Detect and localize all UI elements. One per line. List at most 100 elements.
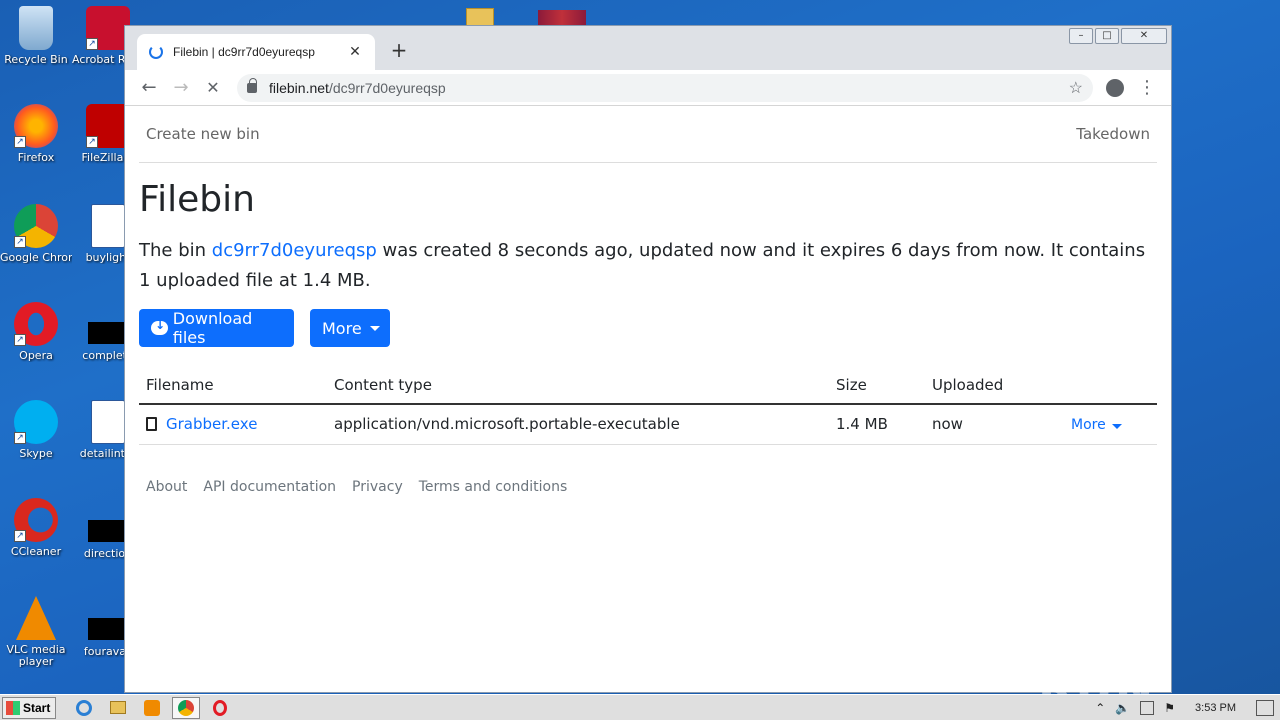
- word-doc-icon: [91, 204, 125, 248]
- footer-link-about[interactable]: About: [146, 479, 187, 495]
- row-action-cell: More: [1064, 404, 1157, 445]
- desktop-icon-label: Recycle Bin: [4, 54, 68, 66]
- caret-down-icon: [369, 325, 380, 331]
- menu-kebab-icon[interactable]: ⋮: [1133, 74, 1161, 102]
- row-more-label: More: [1071, 417, 1106, 434]
- stop-button[interactable]: ✕: [199, 74, 227, 102]
- vlc-icon: [16, 596, 56, 640]
- ie-taskbar-icon[interactable]: [70, 697, 98, 719]
- browser-toolbar: ← → ✕ filebin.net/dc9rr7d0eyureqsp ☆ ⋮: [125, 70, 1171, 106]
- desktop-icon-label: Opera: [19, 350, 53, 362]
- tab-title: Filebin | dc9rr7d0eyureqsp: [173, 45, 315, 59]
- footer-links: About API documentation Privacy Terms an…: [146, 479, 567, 495]
- close-window-button[interactable]: ✕: [1121, 28, 1167, 44]
- minimize-button[interactable]: –: [1069, 28, 1093, 44]
- filename-cell: Grabber.exe: [139, 404, 327, 445]
- bookmark-star-icon[interactable]: ☆: [1069, 78, 1083, 98]
- tray-expand-icon[interactable]: ⌃: [1095, 701, 1105, 715]
- winrar-icon[interactable]: [538, 10, 586, 25]
- chrome-taskbar-icon[interactable]: [172, 696, 200, 719]
- desktop-icon-skype[interactable]: ↗ Skype: [0, 400, 72, 460]
- volume-icon[interactable]: 🔈: [1115, 701, 1130, 715]
- file-icon: [146, 417, 157, 432]
- table-row: Grabber.exe application/vnd.microsoft.po…: [139, 404, 1157, 445]
- column-header-action: [1064, 366, 1157, 405]
- uploaded-cell: now: [925, 404, 1064, 445]
- desktop-icon-label: Google Chrome: [0, 252, 72, 264]
- action-center-flag-icon[interactable]: ⚑: [1164, 701, 1175, 715]
- column-header: Filename: [139, 366, 327, 405]
- download-files-label: Download files: [172, 309, 253, 347]
- bin-description: The bin dc9rr7d0eyureqsp was created 8 s…: [139, 236, 1159, 296]
- files-table: Filename Content type Size Uploaded Grab…: [139, 366, 1157, 445]
- system-tray: ⌃ 🔈 ⚑ 3:53 PM: [1095, 699, 1280, 716]
- download-files-button[interactable]: Download files: [139, 309, 294, 347]
- desktop-icon-vlc[interactable]: VLC media player: [0, 596, 72, 668]
- desktop-icon-label: VLC media player: [6, 644, 66, 668]
- explorer-taskbar-icon[interactable]: [104, 697, 132, 719]
- maximize-button[interactable]: □: [1095, 28, 1119, 44]
- taskbar: Start ⌃ 🔈 ⚑ 3:53 PM: [0, 694, 1280, 720]
- desktop-icon-ccleaner[interactable]: ↗ CCleaner: [0, 498, 72, 558]
- network-icon[interactable]: [1140, 700, 1155, 715]
- top-nav: Create new bin Takedown: [139, 106, 1157, 163]
- browser-tab[interactable]: Filebin | dc9rr7d0eyureqsp ✕: [137, 34, 375, 70]
- takedown-link[interactable]: Takedown: [1076, 125, 1150, 143]
- clock[interactable]: 3:53 PM: [1195, 702, 1236, 714]
- column-header: Uploaded: [925, 366, 1064, 405]
- create-new-bin-link[interactable]: Create new bin: [146, 125, 260, 143]
- desktop-icon-chrome[interactable]: ↗ Google Chrome: [0, 204, 72, 264]
- start-label: Start: [23, 700, 51, 715]
- caret-down-icon: [1111, 424, 1122, 430]
- footer-link-api[interactable]: API documentation: [203, 479, 336, 495]
- redacted-icon: [88, 618, 124, 640]
- cloud-download-icon: [151, 318, 168, 335]
- desktop-icon-label: CCleaner: [10, 546, 62, 558]
- desc-prefix: The bin: [139, 240, 212, 261]
- row-more-dropdown[interactable]: More: [1071, 417, 1122, 433]
- close-tab-icon[interactable]: ✕: [347, 44, 363, 60]
- show-desktop-button[interactable]: [1256, 699, 1274, 716]
- loading-spinner-icon: [149, 45, 163, 59]
- tab-strip: Filebin | dc9rr7d0eyureqsp ✕ + – □ ✕: [125, 26, 1171, 70]
- desktop-icon-opera[interactable]: ↗ Opera: [0, 302, 72, 362]
- firefox-icon: ↗: [14, 104, 58, 148]
- redacted-icon: [88, 520, 124, 542]
- desktop-icon-recycle-bin[interactable]: Recycle Bin: [0, 6, 72, 66]
- address-bar[interactable]: filebin.net/dc9rr7d0eyureqsp ☆: [237, 74, 1093, 102]
- page-title: Filebin: [139, 179, 255, 220]
- media-player-taskbar-icon[interactable]: [138, 697, 166, 719]
- table-header-row: Filename Content type Size Uploaded: [139, 366, 1157, 405]
- new-tab-button[interactable]: +: [387, 38, 411, 62]
- content-type-cell: application/vnd.microsoft.portable-execu…: [327, 404, 829, 445]
- column-header: Content type: [327, 366, 829, 405]
- page-content: Create new bin Takedown Filebin The bin …: [125, 106, 1171, 692]
- profile-icon[interactable]: [1101, 74, 1129, 102]
- word-doc-icon: [91, 400, 125, 444]
- forward-button[interactable]: →: [167, 74, 195, 102]
- window-controls: – □ ✕: [1069, 28, 1167, 44]
- start-button[interactable]: Start: [2, 696, 56, 719]
- chrome-icon: ↗: [14, 204, 58, 248]
- ccleaner-icon: ↗: [14, 498, 58, 542]
- opera-taskbar-icon[interactable]: [206, 697, 234, 719]
- back-button[interactable]: ←: [135, 74, 163, 102]
- more-dropdown-button[interactable]: More: [310, 309, 390, 347]
- footer-link-terms[interactable]: Terms and conditions: [419, 479, 568, 495]
- recycle-bin-icon: [19, 6, 53, 50]
- bin-id-link[interactable]: dc9rr7d0eyureqsp: [212, 240, 377, 261]
- opera-icon: ↗: [14, 302, 58, 346]
- filename-link[interactable]: Grabber.exe: [166, 415, 257, 433]
- url-host: filebin.net: [269, 80, 329, 96]
- url-path: /dc9rr7d0eyureqsp: [328, 80, 446, 96]
- desktop-icon-label: Skype: [19, 448, 53, 460]
- more-label: More: [322, 318, 362, 338]
- desktop-icon-label: Firefox: [17, 152, 55, 164]
- folder-icon[interactable]: [466, 8, 494, 26]
- footer-link-privacy[interactable]: Privacy: [352, 479, 403, 495]
- windows-logo-icon: [6, 700, 20, 715]
- redacted-icon: [88, 322, 124, 344]
- size-cell: 1.4 MB: [829, 404, 925, 445]
- desktop-icon-firefox[interactable]: ↗ Firefox: [0, 104, 72, 164]
- browser-window: Filebin | dc9rr7d0eyureqsp ✕ + – □ ✕ ← →…: [124, 25, 1172, 693]
